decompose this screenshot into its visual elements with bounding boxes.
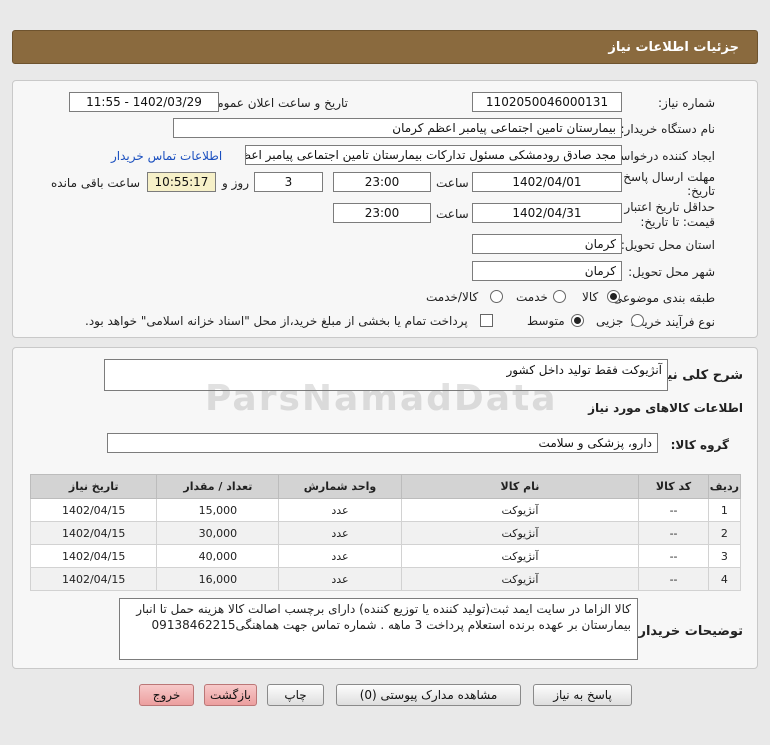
remaining-time-field: 10:55:17 [147,172,216,192]
category-option-service: خدمت [516,290,548,304]
cell-unit: عدد [278,498,402,522]
process-radio-medium[interactable] [571,314,584,327]
reply-button[interactable]: پاسخ به نیاز [533,684,632,706]
deadline-label: مهلت ارسال پاسخ: تا [608,170,715,184]
cell-goods-code: -- [638,521,709,545]
process-option-minor: جزیی [596,314,624,328]
cell-goods-name: آنژیوکت [400,521,640,545]
validity-label-line2: قیمت: تا تاریخ: [640,215,715,229]
col-unit: واحد شمارش [278,474,402,499]
city-label: شهر محل تحویل: [628,265,715,279]
cell-goods-name: آنژیوکت [400,544,640,568]
cell-need-date: 1402/04/15 [29,498,158,522]
validity-time-label: ساعت [436,207,469,221]
cell-quantity: 15,000 [156,498,280,522]
deadline-time-label: ساعت [436,176,469,190]
remaining-label: ساعت باقی مانده [51,176,141,190]
cell-goods-name: آنژیوکت [400,498,640,522]
process-option-medium: متوسط [527,314,565,328]
need-number-label: شماره نیاز: [658,96,715,110]
deadline-date-field: 1402/04/01 [472,172,622,192]
cell-row-number: 1 [707,498,742,522]
goods-group-label: گروه کالا: [670,438,729,452]
cell-goods-code: -- [638,498,709,522]
treasury-note: پرداخت تمام یا بخشی از مبلغ خرید،از محل … [85,314,468,328]
buyer-org-field: بیمارستان تامین اجتماعی پیامبر اعظم کرما… [173,118,622,138]
category-label: طبقه بندی موضوعی: [608,291,715,305]
col-quantity: تعداد / مقدار [156,474,280,499]
process-radio-minor[interactable] [631,314,644,327]
province-field: کرمان [472,234,622,254]
creator-field: مجد صادق رودمشکی مسئول تدارکات بیمارستان… [245,145,622,165]
category-option-goods-service: کالا/خدمت [426,290,479,304]
goods-info-title: اطلاعات کالاهای مورد نیاز [588,401,743,415]
goods-table-header: ردیف کد کالا نام کالا واحد شمارش تعداد /… [29,474,742,499]
validity-date-field: 1402/04/31 [472,203,622,223]
table-row: 1 -- آنژیوکت عدد 15,000 1402/04/15 [29,498,742,522]
buyer-notes-box: کالا الزاما در سایت ایمد ثبت(تولید کننده… [119,598,638,660]
validity-label: حداقل تاریخ اعتبار [624,200,715,214]
cell-need-date: 1402/04/15 [29,521,158,545]
treasury-checkbox[interactable] [480,314,493,327]
cell-unit: عدد [278,567,402,591]
days-label: روز و [222,176,249,190]
category-radio-goods[interactable] [607,290,620,303]
col-goods-code: کد کالا [638,474,709,499]
cell-need-date: 1402/04/15 [29,544,158,568]
attachments-button[interactable]: مشاهده مدارک پیوستی (0) [336,684,521,706]
cell-goods-code: -- [638,544,709,568]
need-number-field: 1102050046000131 [472,92,622,112]
validity-time-field: 23:00 [333,203,431,223]
buyer-notes-label: توضیحات خریدار: [633,624,743,639]
category-radio-service[interactable] [553,290,566,303]
cell-row-number: 2 [707,521,742,545]
exit-button[interactable]: خروج [139,684,194,706]
col-need-date: تاریخ نیاز [29,474,158,499]
cell-row-number: 3 [707,544,742,568]
buyer-notes-line-1: کالا الزاما در سایت ایمد ثبت(تولید کننده… [136,602,631,616]
cell-unit: عدد [278,544,402,568]
page-header: جزئیات اطلاعات نیاز [12,30,758,64]
category-radio-goods-service[interactable] [490,290,503,303]
cell-need-date: 1402/04/15 [29,567,158,591]
days-field: 3 [254,172,323,192]
goods-group-field: دارو، پزشکی و سلامت [107,433,658,453]
deadline-time-field: 23:00 [333,172,431,192]
city-field: کرمان [472,261,622,281]
print-button[interactable]: چاپ [267,684,324,706]
cell-row-number: 4 [707,567,742,591]
buyer-org-label: نام دستگاه خریدار: [620,122,716,136]
col-goods-name: نام کالا [400,474,640,499]
announce-field: 1402/03/29 - 11:55 [69,92,219,112]
cell-quantity: 40,000 [156,544,280,568]
buyer-notes-line-2: بیمارستان بر عهده برنده استعلام پرداخت 3… [151,618,631,632]
announce-label: تاریخ و ساعت اعلان عمومی: [203,96,348,110]
cell-quantity: 16,000 [156,567,280,591]
table-row: 4 -- آنژیوکت عدد 16,000 1402/04/15 [29,567,742,591]
goods-table: ردیف کد کالا نام کالا واحد شمارش تعداد /… [29,474,742,591]
category-option-goods: کالا [582,290,599,304]
col-row-number: ردیف [707,474,742,499]
back-button[interactable]: بازگشت [204,684,257,706]
cell-goods-code: -- [638,567,709,591]
table-row: 2 -- آنژیوکت عدد 30,000 1402/04/15 [29,521,742,545]
page-title: جزئیات اطلاعات نیاز [608,39,739,55]
cell-quantity: 30,000 [156,521,280,545]
table-row: 3 -- آنژیوکت عدد 40,000 1402/04/15 [29,544,742,568]
province-label: استان محل تحویل: [620,238,715,252]
deadline-label-line2: تاریخ: [687,184,715,198]
buyer-contact-link[interactable]: اطلاعات تماس خریدار [111,149,222,163]
cell-goods-name: آنژیوکت [400,567,640,591]
cell-unit: عدد [278,521,402,545]
need-desc-field: آنژیوکت فقط تولید داخل کشور [104,359,668,391]
